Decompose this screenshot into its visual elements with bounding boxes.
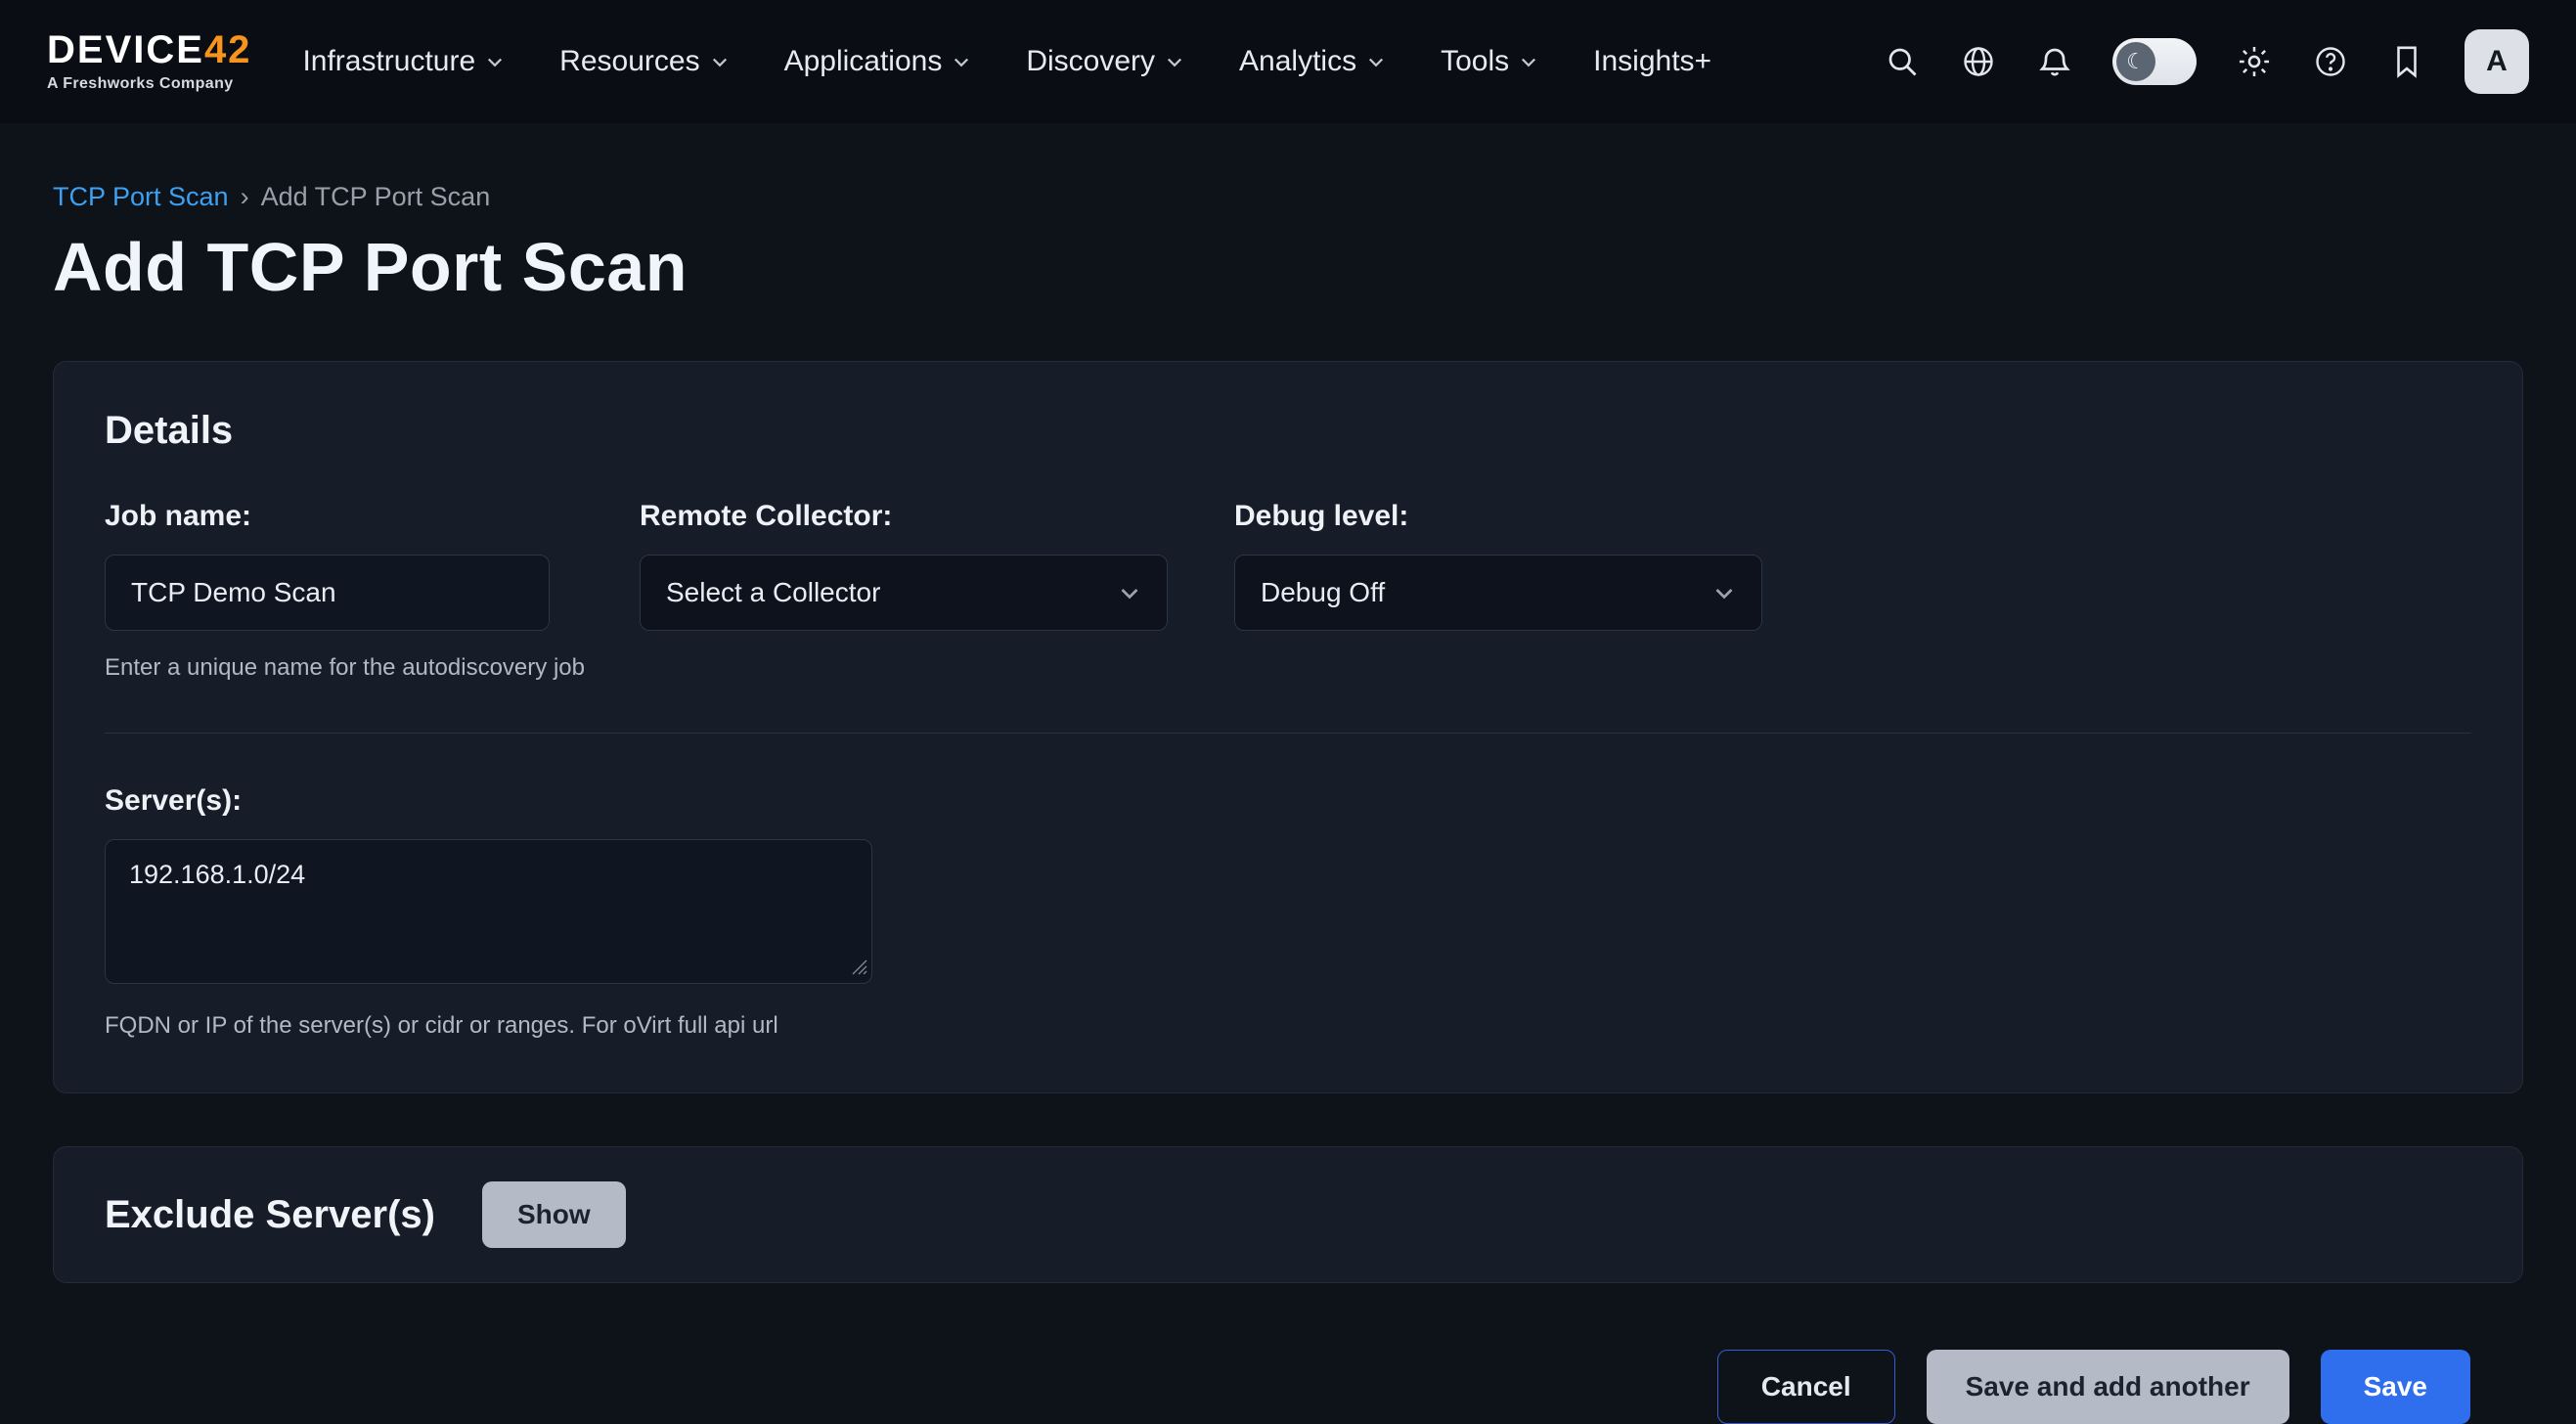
section-divider	[105, 733, 2471, 734]
nav-item-label: Applications	[784, 45, 943, 78]
main-nav: Infrastructure Resources Applications Di…	[302, 45, 1711, 78]
nav-item-discovery[interactable]: Discovery	[1026, 45, 1184, 78]
settings-gear-icon[interactable]	[2236, 43, 2273, 80]
remote-collector-label: Remote Collector:	[640, 500, 1168, 533]
exclude-servers-card: Exclude Server(s) Show	[53, 1146, 2523, 1283]
chevron-down-icon	[1519, 52, 1538, 71]
debug-level-label: Debug level:	[1234, 500, 1762, 533]
notifications-bell-icon[interactable]	[2036, 43, 2073, 80]
job-name-group: Job name: Enter a unique name for the au…	[105, 500, 550, 682]
debug-level-select[interactable]: Debug Off	[1234, 555, 1762, 631]
navbar-right-controls: ☾ A	[1884, 29, 2529, 94]
chevron-down-icon	[1165, 52, 1184, 71]
exclude-servers-heading: Exclude Server(s)	[105, 1193, 435, 1237]
breadcrumb-separator: ›	[241, 182, 249, 212]
nav-item-label: Insights+	[1593, 45, 1711, 78]
page-title: Add TCP Port Scan	[53, 228, 2523, 306]
theme-toggle[interactable]: ☾	[2112, 38, 2197, 85]
bookmark-icon[interactable]	[2388, 43, 2425, 80]
nav-item-label: Analytics	[1239, 45, 1356, 78]
nav-item-applications[interactable]: Applications	[784, 45, 972, 78]
page-content: TCP Port Scan › Add TCP Port Scan Add TC…	[0, 182, 2576, 1424]
remote-collector-value: Select a Collector	[666, 577, 880, 608]
nav-item-label: Discovery	[1026, 45, 1155, 78]
job-name-hint: Enter a unique name for the autodiscover…	[105, 654, 550, 682]
user-avatar[interactable]: A	[2465, 29, 2529, 94]
brand-accent: 42	[204, 28, 252, 71]
remote-collector-group: Remote Collector: Select a Collector	[640, 500, 1168, 682]
nav-item-insights-plus[interactable]: Insights+	[1593, 45, 1711, 78]
form-actions: Cancel Save and add another Save	[53, 1350, 2523, 1424]
servers-label: Server(s):	[105, 784, 2471, 818]
nav-item-label: Resources	[559, 45, 699, 78]
nav-item-label: Infrastructure	[302, 45, 475, 78]
debug-level-group: Debug level: Debug Off	[1234, 500, 1762, 682]
breadcrumb-link[interactable]: TCP Port Scan	[53, 182, 229, 212]
details-heading: Details	[105, 409, 2471, 453]
brand-text: DEVICE42	[47, 30, 251, 69]
top-navbar: DEVICE42 A Freshworks Company Infrastruc…	[0, 0, 2576, 123]
chevron-down-icon	[1118, 581, 1141, 604]
servers-hint: FQDN or IP of the server(s) or cidr or r…	[105, 1012, 2471, 1040]
chevron-down-icon	[485, 52, 505, 71]
chevron-down-icon	[1366, 52, 1386, 71]
show-exclude-button[interactable]: Show	[482, 1181, 626, 1248]
globe-icon[interactable]	[1960, 43, 1997, 80]
chevron-down-icon	[952, 52, 971, 71]
chevron-down-icon	[710, 52, 730, 71]
job-name-label: Job name:	[105, 500, 550, 533]
details-form-row: Job name: Enter a unique name for the au…	[105, 500, 2471, 682]
moon-icon: ☾	[2116, 42, 2155, 81]
save-and-add-another-button[interactable]: Save and add another	[1927, 1350, 2289, 1424]
help-icon[interactable]	[2312, 43, 2349, 80]
breadcrumb-current: Add TCP Port Scan	[261, 182, 491, 212]
save-button[interactable]: Save	[2321, 1350, 2470, 1424]
breadcrumb: TCP Port Scan › Add TCP Port Scan	[53, 182, 2523, 212]
debug-level-value: Debug Off	[1261, 577, 1385, 608]
chevron-down-icon	[1712, 581, 1736, 604]
brand-main: DEVICE	[47, 28, 204, 71]
servers-group: Server(s): 192.168.1.0/24 FQDN or IP of …	[105, 784, 2471, 1040]
brand-tagline: A Freshworks Company	[47, 75, 251, 93]
nav-item-resources[interactable]: Resources	[559, 45, 729, 78]
nav-item-analytics[interactable]: Analytics	[1239, 45, 1386, 78]
details-card: Details Job name: Enter a unique name fo…	[53, 361, 2523, 1093]
nav-item-label: Tools	[1441, 45, 1509, 78]
nav-item-tools[interactable]: Tools	[1441, 45, 1538, 78]
device42-logo[interactable]: DEVICE42 A Freshworks Company	[47, 30, 251, 93]
servers-textarea[interactable]: 192.168.1.0/24	[105, 839, 872, 984]
cancel-button[interactable]: Cancel	[1717, 1350, 1895, 1424]
remote-collector-select[interactable]: Select a Collector	[640, 555, 1168, 631]
job-name-input[interactable]	[105, 555, 550, 631]
search-icon[interactable]	[1884, 43, 1921, 80]
nav-item-infrastructure[interactable]: Infrastructure	[302, 45, 505, 78]
